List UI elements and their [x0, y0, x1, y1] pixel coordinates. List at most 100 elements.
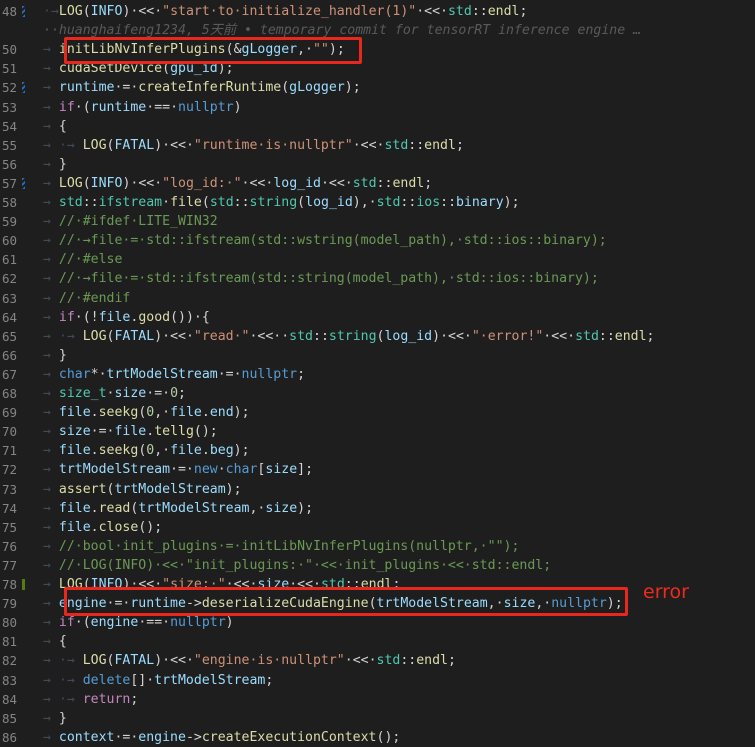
code-line[interactable]: 63 → //·#endif: [0, 289, 755, 308]
code-line[interactable]: 75 → file.close();: [0, 518, 755, 537]
code-line[interactable]: 83 → ·→ delete[]·trtModelStream;: [0, 671, 755, 690]
code-token: return: [82, 691, 131, 707]
line-number: 65: [1, 328, 17, 344]
code-token: string: [328, 328, 377, 344]
code-token: →: [43, 634, 59, 650]
git-change-marker[interactable]: [22, 82, 25, 94]
code-line[interactable]: 71 → file.seekg(0,·file.beg);: [0, 441, 755, 460]
code-token: close: [98, 519, 139, 535]
code-token: tellg: [154, 424, 194, 440]
code-token: []·: [130, 672, 155, 688]
code-token: trtModelStream: [114, 481, 226, 497]
code-line[interactable]: 76 → //·bool·init_plugins·=·initLibNvInfe…: [0, 537, 755, 556]
code-token: ;: [455, 137, 464, 153]
line-code: → file.seekg(0,·file.end);: [43, 403, 250, 422]
code-line[interactable]: 77 → //·LOG(INFO)·<<·"init_plugins:·"·<<·…: [0, 556, 755, 575]
code-line[interactable]: 60 → //·→file·=·std::ifstream(std::wstrin…: [0, 231, 755, 250]
code-line[interactable]: 61 → //·#else: [0, 250, 755, 269]
code-token: endl: [392, 175, 425, 191]
code-line[interactable]: 52 → runtime·=·createInferRuntime(gLogger…: [0, 78, 755, 97]
code-line[interactable]: 66 → }: [0, 346, 755, 365]
line-number: 56: [1, 156, 17, 172]
git-change-marker[interactable]: [22, 177, 25, 189]
code-token: ();: [376, 729, 401, 745]
code-line[interactable]: 74 → file.read(trtModelStream,·size);: [0, 499, 755, 518]
line-number: 53: [1, 99, 17, 115]
line-code: → //·#endif: [43, 289, 130, 308]
git-change-marker[interactable]: [22, 579, 25, 590]
code-editor[interactable]: 48 ·→LOG(INFO)·<<·"start·to·initialize_ha…: [0, 0, 755, 745]
code-line[interactable]: 53 → if·(runtime·==·nullptr): [0, 98, 755, 117]
code-line[interactable]: 86 → context·=·engine->createExecutionCon…: [0, 728, 755, 747]
code-token: runtime: [58, 80, 115, 96]
code-line[interactable]: 48 ·→LOG(INFO)·<<·"start·to·initialize_ha…: [0, 2, 755, 21]
code-token: size: [265, 500, 298, 516]
line-code: → //·#else: [43, 250, 122, 269]
code-line[interactable]: 68 → size_t·size·=·0;: [0, 384, 755, 403]
code-line[interactable]: 69 → file.seekg(0,·file.end);: [0, 403, 755, 422]
code-token: //·bool·init_plugins·=·initLibNvInferPlu…: [58, 538, 520, 554]
code-token: }: [58, 710, 67, 726]
code-token: gLogger: [289, 80, 345, 96]
code-token: std: [209, 195, 234, 210]
code-line[interactable]: 67 → char*·trtModelStream·=·nullptr;: [0, 365, 755, 384]
code-line[interactable]: 81 → {: [0, 632, 755, 651]
code-line[interactable]: 56 → }: [0, 155, 755, 174]
code-token: ·=·: [217, 366, 242, 382]
code-token: )·<<·: [122, 175, 163, 191]
code-line[interactable]: 54 → {: [0, 117, 755, 136]
code-token: trtModelStream: [154, 672, 266, 688]
code-token: std: [447, 4, 472, 19]
code-line[interactable]: 72 → trtModelStream·=·new·char[size];: [0, 460, 755, 479]
code-line[interactable]: 70 → size·=·file.tellg();: [0, 422, 755, 441]
line-number: 64: [1, 309, 17, 325]
code-line[interactable]: 57 → LOG(INFO)·<<·"log_id:·"·<<·log_id·<<…: [0, 174, 755, 193]
code-token: (: [82, 4, 91, 19]
code-line[interactable]: 82 → ·→ LOG(FATAL)·<<·"engine·is·nullptr"…: [0, 651, 755, 670]
line-number: 84: [1, 691, 17, 707]
line-number: 76: [1, 538, 17, 554]
code-token: binary: [456, 195, 504, 210]
code-token: .: [90, 443, 99, 459]
git-change-marker[interactable]: [22, 6, 25, 17]
code-line[interactable]: 58 → std::ifstream·file(std::string(log_i…: [0, 193, 755, 212]
code-token: →: [43, 118, 59, 134]
code-line[interactable]: 59 → //·#ifdef·LITE_WIN32: [0, 212, 755, 231]
code-token: (: [297, 195, 306, 210]
line-number: 75: [1, 519, 17, 535]
code-line[interactable]: 80 → if·(engine·==·nullptr): [0, 613, 755, 632]
line-code: → runtime·=·createInferRuntime(gLogger);: [43, 78, 361, 97]
code-token: "runtime·is·nullptr": [193, 137, 353, 153]
code-token: .: [201, 443, 210, 459]
highlight-box-deserialize: [64, 587, 628, 616]
code-token: endl: [614, 328, 647, 344]
code-token: ··huanghaifeng1234, 5天前 • temporary comm…: [43, 23, 642, 39]
code-token: ·<<·: [416, 4, 448, 19]
code-token: ::: [82, 195, 99, 210]
code-line[interactable]: 64 → if·(!file.good())·{: [0, 308, 755, 327]
code-token: }: [58, 156, 67, 172]
code-line[interactable]: 55 → ·→ LOG(FATAL)·<<·"runtime·is·nullptr…: [0, 136, 755, 155]
code-token: ::: [400, 653, 417, 669]
code-token: ·=·: [114, 729, 139, 745]
code-token: → ·→: [43, 672, 83, 688]
code-line[interactable]: 62 → //·→file·=·std::ifstream(std::string…: [0, 269, 755, 288]
line-number: 86: [1, 729, 17, 745]
code-token: →: [43, 443, 59, 459]
code-token: ::: [408, 137, 425, 153]
code-line[interactable]: 85 → }: [0, 709, 755, 728]
code-line[interactable]: 73 → assert(trtModelStream);: [0, 480, 755, 499]
code-line[interactable]: 84 → ·→ return;: [0, 690, 755, 709]
code-token: →: [43, 519, 59, 535]
code-token: →: [43, 557, 59, 573]
code-token: →: [43, 195, 59, 210]
code-line[interactable]: 65 → ·→ LOG(FATAL)·<<·"read·"·<<··std::st…: [0, 327, 755, 346]
code-token: →: [43, 347, 59, 363]
code-token: ];: [297, 462, 314, 478]
code-token: ,·: [249, 500, 266, 516]
line-code: → char*·trtModelStream·=·nullptr;: [43, 365, 305, 384]
line-number: 77: [1, 557, 17, 573]
code-token: size_t: [58, 386, 107, 401]
line-number: 71: [1, 443, 17, 459]
code-token: context: [58, 729, 115, 745]
